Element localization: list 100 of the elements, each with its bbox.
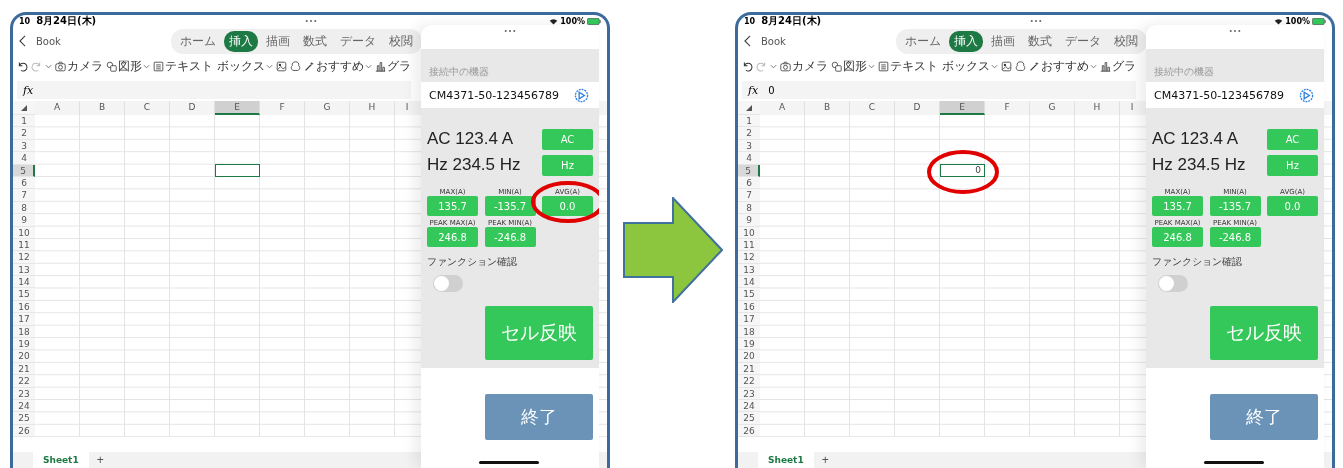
back-icon[interactable] [19, 35, 26, 47]
row-header[interactable]: 9 [13, 214, 35, 227]
chevron-down-icon[interactable] [45, 63, 52, 69]
row-header[interactable]: 14 [13, 276, 35, 289]
row-header[interactable]: 20 [13, 350, 35, 363]
stat-value: 0.0 [542, 196, 593, 216]
chevron-down-icon [990, 63, 998, 69]
stat-value: 246.8 [427, 227, 478, 247]
device-row[interactable]: CM4371-50-123456789 [421, 82, 599, 108]
column-header[interactable]: E [215, 101, 260, 115]
text-box-button[interactable]: テキスト ボックス [878, 57, 998, 75]
ribbon-tab[interactable]: データ [1059, 30, 1106, 52]
column-header[interactable]: E [940, 101, 985, 115]
ribbon-tab[interactable]: 描画 [985, 30, 1020, 52]
toggle-label: ファンクション確認 [427, 255, 518, 269]
row-header[interactable]: 14 [738, 276, 760, 289]
shapes-icon [106, 60, 117, 72]
recommended-button[interactable]: おすすめ [1028, 57, 1097, 75]
row-header[interactable]: 2 [738, 127, 760, 140]
wifi-icon [1274, 17, 1284, 25]
formula-bar[interactable]: fx [17, 81, 411, 99]
chart-button[interactable]: グラ [1099, 57, 1136, 75]
row-header[interactable]: 2 [13, 127, 35, 140]
ribbon-tab[interactable]: 挿入 [948, 30, 983, 52]
row-header[interactable]: 4 [738, 152, 760, 165]
ribbon-tab[interactable]: 数式 [1022, 30, 1057, 52]
row-header[interactable]: 7 [13, 189, 35, 202]
ribbon-tab[interactable]: 数式 [297, 30, 332, 52]
back-icon[interactable] [744, 35, 751, 47]
image-icon[interactable] [275, 60, 287, 72]
row-header[interactable]: 22 [13, 375, 35, 388]
more-dots-icon[interactable] [1229, 29, 1241, 33]
camera-button[interactable]: カメラ [55, 57, 103, 75]
add-sheet-button[interactable]: + [88, 452, 112, 468]
row-header[interactable]: 19 [738, 338, 760, 351]
device-row[interactable]: CM4371-50-123456789 [1146, 82, 1324, 108]
battery-icon [1312, 17, 1326, 25]
recommended-button[interactable]: おすすめ [303, 57, 372, 75]
section-label: 接続中の機器 [1154, 65, 1214, 79]
shapes-icon [831, 60, 842, 72]
add-sheet-button[interactable]: + [813, 452, 837, 468]
battery-percent: 100% [560, 16, 585, 26]
ribbon-tab[interactable]: データ [334, 30, 381, 52]
row-header[interactable]: 12 [13, 251, 35, 264]
row-header[interactable]: 19 [13, 338, 35, 351]
device-name: CM4371-50-123456789 [429, 88, 560, 102]
cloud-icon[interactable] [289, 60, 301, 72]
ribbon-tab[interactable]: 挿入 [223, 30, 258, 52]
row-header[interactable]: 25 [738, 412, 760, 425]
row-header[interactable]: 17 [13, 313, 35, 326]
ribbon-tab[interactable]: ホーム [174, 30, 221, 52]
more-dots-icon[interactable] [305, 19, 317, 23]
button-label: グラ [386, 57, 411, 75]
undo-icon[interactable] [742, 60, 753, 72]
select-all-icon[interactable] [746, 105, 752, 111]
bluetooth-icon[interactable] [574, 87, 589, 103]
row-header[interactable]: 22 [738, 375, 760, 388]
more-dots-icon[interactable] [504, 29, 516, 33]
row-header[interactable]: 12 [738, 251, 760, 264]
row-header[interactable]: 15 [738, 288, 760, 301]
row-header[interactable]: 25 [13, 412, 35, 425]
stat-value: 246.8 [1152, 227, 1203, 247]
selected-cell[interactable] [215, 163, 260, 177]
column-header[interactable]: I [395, 101, 419, 115]
bluetooth-icon[interactable] [1299, 87, 1314, 103]
row-header[interactable]: 1 [738, 115, 760, 128]
toggle-switch[interactable] [433, 275, 463, 292]
toggle-switch[interactable] [1158, 275, 1188, 292]
more-dots-icon[interactable] [1030, 19, 1042, 23]
select-all-icon[interactable] [21, 105, 27, 111]
selected-cell[interactable]: 0 [940, 163, 985, 177]
row-header[interactable]: 7 [738, 189, 760, 202]
row-header[interactable]: 4 [13, 152, 35, 165]
row-header[interactable]: 20 [738, 350, 760, 363]
column-header[interactable]: I [1120, 101, 1144, 115]
row-header[interactable]: 17 [738, 313, 760, 326]
ribbon-tab[interactable]: 描画 [260, 30, 295, 52]
shapes-button[interactable]: 図形 [831, 57, 875, 75]
ribbon-tab[interactable]: ホーム [899, 30, 946, 52]
formula-bar[interactable]: fx 0 [742, 81, 1136, 99]
shapes-button[interactable]: 図形 [106, 57, 150, 75]
cloud-icon[interactable] [1014, 60, 1026, 72]
ribbon-tab[interactable]: 校閲 [1108, 30, 1143, 52]
document-title: Book [761, 35, 786, 47]
ribbon-tab[interactable]: 校閲 [383, 30, 418, 52]
camera-button[interactable]: カメラ [780, 57, 828, 75]
button-label: 図形 [843, 57, 867, 75]
device-name: CM4371-50-123456789 [1154, 88, 1285, 102]
sheet-tab[interactable]: Sheet1 [33, 452, 89, 468]
undo-icon[interactable] [17, 60, 28, 72]
row-header[interactable]: 1 [13, 115, 35, 128]
chevron-down-icon[interactable] [770, 63, 777, 69]
sheet-tab[interactable]: Sheet1 [758, 452, 814, 468]
home-indicator [1204, 461, 1264, 464]
text-box-button[interactable]: テキスト ボックス [153, 57, 273, 75]
row-header[interactable]: 15 [13, 288, 35, 301]
image-icon[interactable] [1000, 60, 1012, 72]
row-header[interactable]: 9 [738, 214, 760, 227]
chart-button[interactable]: グラ [374, 57, 411, 75]
function-label: fx [23, 83, 34, 97]
